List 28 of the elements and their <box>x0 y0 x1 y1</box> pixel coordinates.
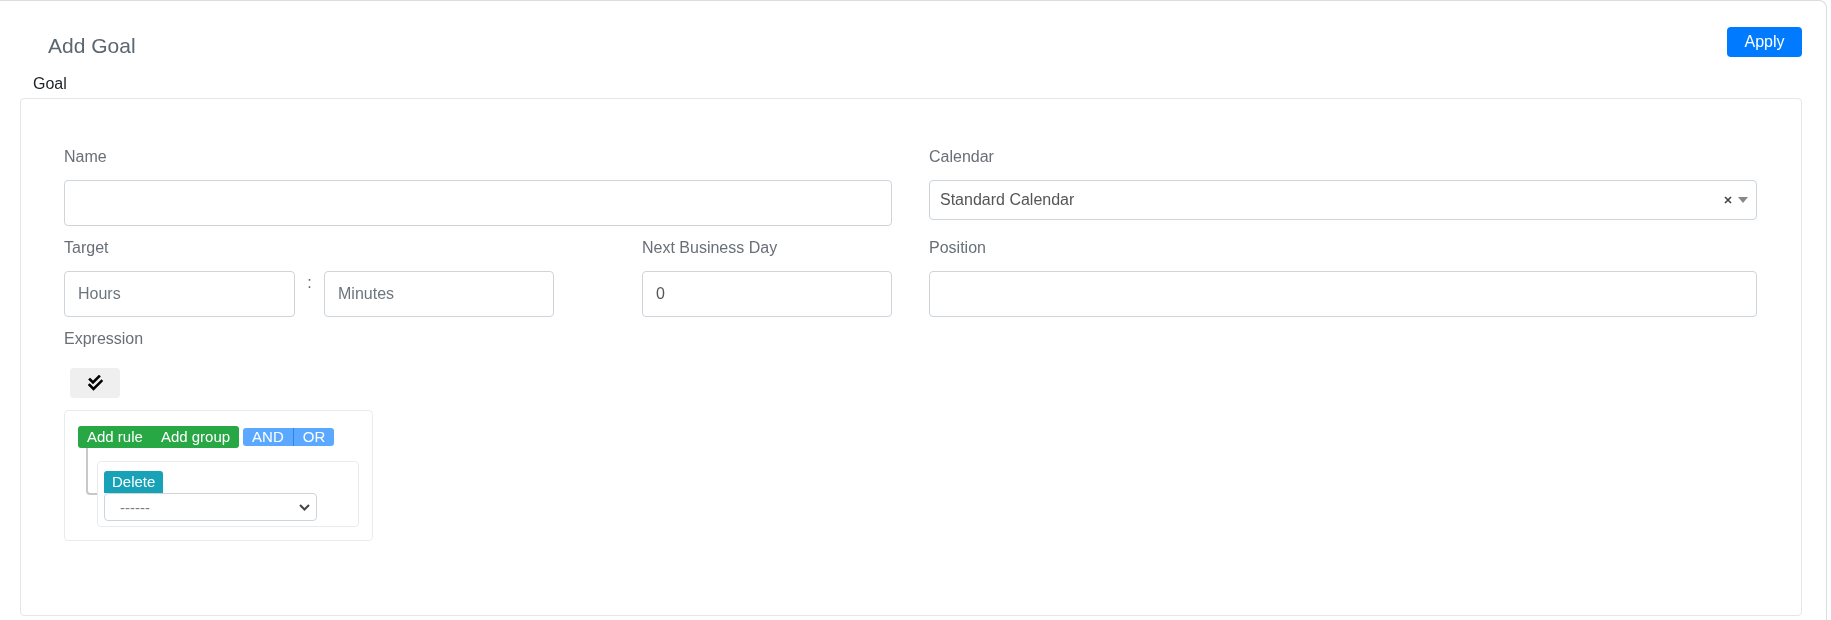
connector-line <box>86 448 97 495</box>
section-title: Goal <box>33 74 67 94</box>
field-label: Name <box>64 147 107 167</box>
field-label: Calendar <box>929 147 994 167</box>
add-button[interactable]: Add group <box>151 426 240 448</box>
conjunction-button[interactable]: OR <box>292 428 335 446</box>
business-day-input[interactable]: 0 <box>642 271 892 317</box>
field-label: Expression <box>64 329 144 349</box>
validate-button[interactable] <box>70 368 120 398</box>
field-label: Position <box>929 238 986 258</box>
name-input[interactable] <box>64 180 892 226</box>
conjunction-button[interactable]: AND <box>243 428 293 446</box>
chevron-down-icon <box>299 503 310 511</box>
rule-field-select[interactable]: ------ <box>104 493 317 521</box>
time-separator: : <box>306 273 313 293</box>
position-input[interactable] <box>929 271 1757 317</box>
apply-button[interactable]: Apply <box>1727 27 1802 57</box>
caret-down-icon <box>1738 197 1748 203</box>
field-label: Next Business Day <box>642 238 778 258</box>
minutes-input[interactable]: Minutes <box>324 271 554 317</box>
clear-icon[interactable] <box>1724 196 1732 204</box>
double-check-icon <box>87 374 103 392</box>
hours-input[interactable]: Hours <box>64 271 295 317</box>
delete-button[interactable]: Delete <box>104 471 164 493</box>
add-button[interactable]: Add rule <box>78 426 152 448</box>
calendar-select[interactable]: Standard Calendar <box>929 180 1757 220</box>
page-title: Add Goal <box>48 33 136 58</box>
field-label: Target <box>64 238 109 258</box>
